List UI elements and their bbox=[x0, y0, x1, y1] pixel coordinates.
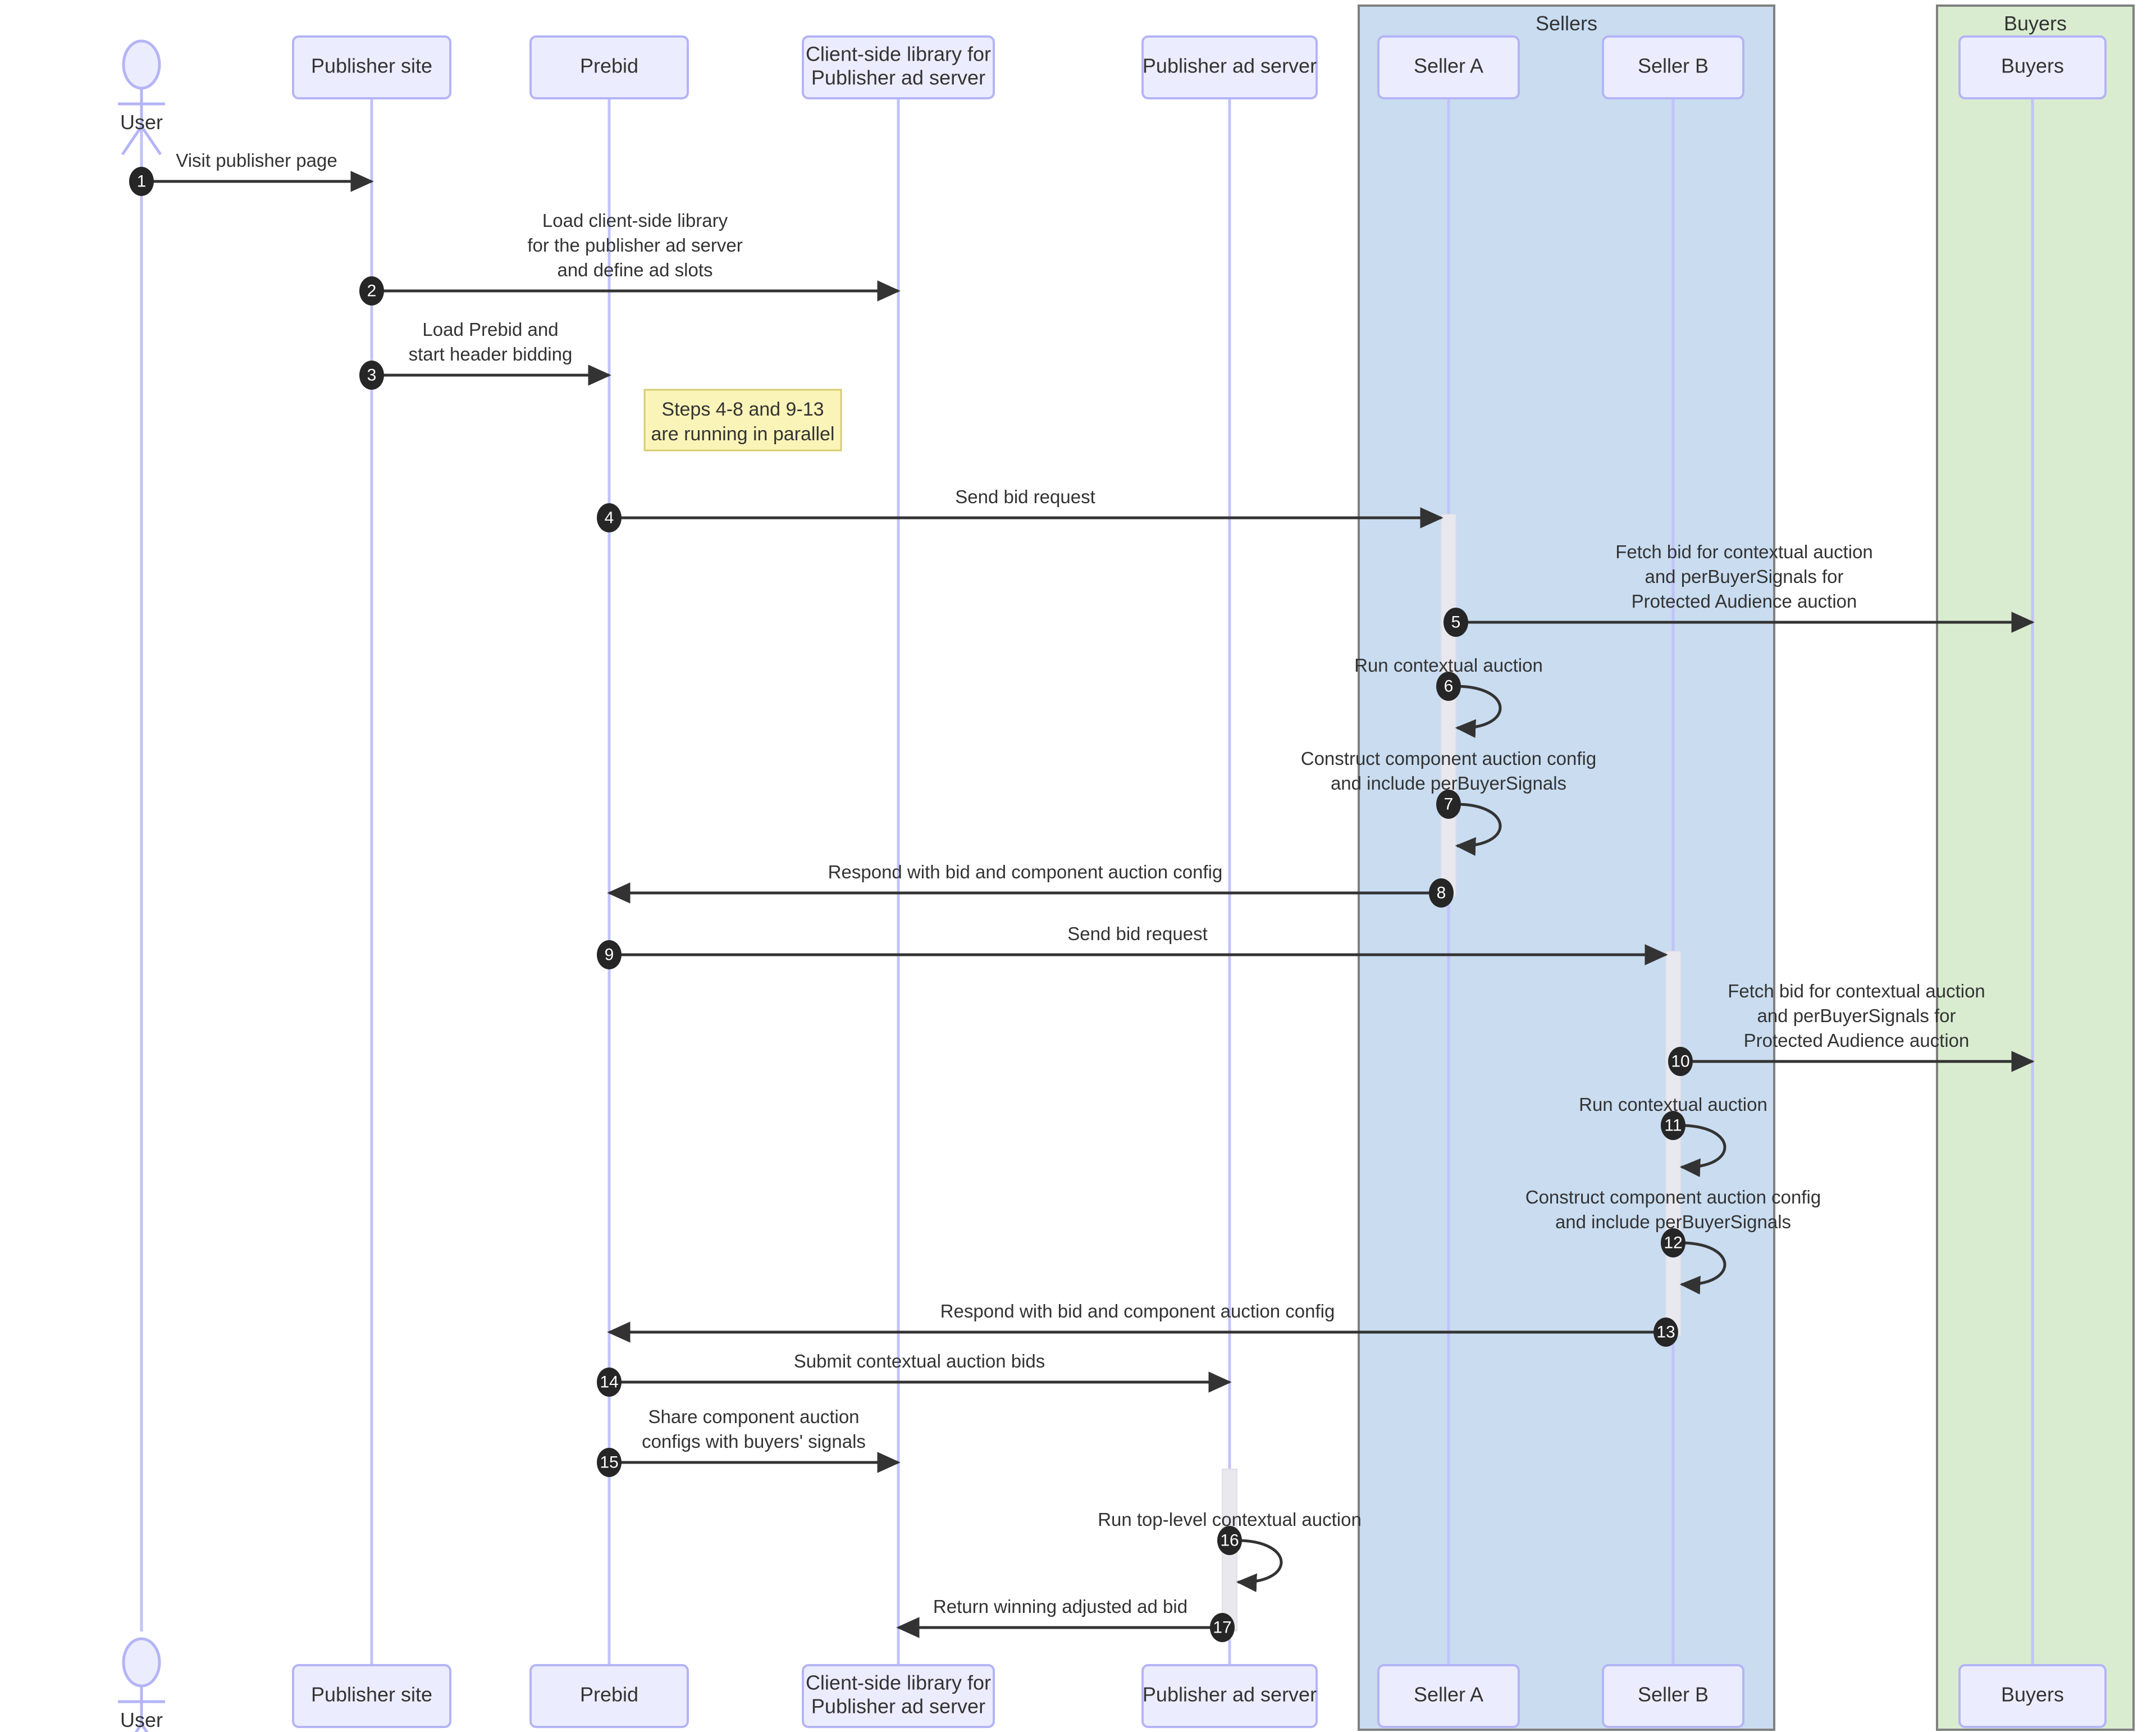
activation-bar-sellerB bbox=[1665, 951, 1681, 1336]
sequence-number-text-3: 3 bbox=[367, 366, 377, 385]
participant-label-pubsite: Publisher site bbox=[311, 54, 432, 78]
participant-sellerA-bottom[interactable]: Seller A bbox=[1377, 1664, 1520, 1728]
sequence-number-text-7: 7 bbox=[1444, 795, 1454, 814]
participant-label-sellerB: Seller B bbox=[1638, 1683, 1709, 1706]
participant-pubsite-top[interactable]: Publisher site bbox=[292, 35, 451, 99]
sequence-number-text-17: 17 bbox=[1213, 1619, 1231, 1637]
participant-pubsite-bottom[interactable]: Publisher site bbox=[292, 1664, 451, 1728]
actor-label-user: User bbox=[120, 111, 163, 134]
sequence-number-text-10: 10 bbox=[1671, 1052, 1689, 1071]
group-box-buyers bbox=[1936, 4, 2135, 1731]
actor-label-user: User bbox=[120, 1708, 163, 1731]
participant-adsrv-bottom[interactable]: Publisher ad server bbox=[1141, 1664, 1318, 1728]
message-15: configs with buyers' signals Share compon… bbox=[597, 1406, 901, 1477]
message-8: Respond with bid and component auction c… bbox=[607, 862, 1454, 908]
participant-sellerB-bottom[interactable]: Seller B bbox=[1602, 1664, 1744, 1728]
message-label-4: Send bid request bbox=[955, 486, 1095, 507]
sequence-number-text-14: 14 bbox=[600, 1373, 618, 1392]
message-label-2: for the publisher ad server bbox=[527, 235, 742, 256]
activation-bar-sellerA bbox=[1441, 514, 1456, 897]
actor-user-bottom: User bbox=[118, 1637, 165, 1732]
participant-label-buyers: Buyers bbox=[2001, 1683, 2064, 1706]
sequence-number-text-11: 11 bbox=[1664, 1116, 1682, 1135]
message-2: and define ad slots for the publisher ad … bbox=[359, 210, 901, 306]
sequence-diagram-svg: Sellers Buyers User User Publisher site Publ… bbox=[118, 4, 2135, 1732]
participant-label-sellerB: Seller B bbox=[1638, 54, 1709, 78]
message-label-5: Fetch bid for contextual auction bbox=[1615, 541, 1873, 562]
participant-label-sellerA: Seller A bbox=[1414, 54, 1483, 78]
sequence-number-text-16: 16 bbox=[1220, 1532, 1239, 1550]
message-label-9: Send bid request bbox=[1067, 923, 1208, 944]
participant-cslib-bottom[interactable]: Client-side library forPublisher ad serv… bbox=[802, 1664, 995, 1728]
message-label-10: Fetch bid for contextual auction bbox=[1728, 981, 1985, 1001]
participant-prebid-top[interactable]: Prebid bbox=[529, 35, 689, 99]
message-label-5: and perBuyerSignals for bbox=[1645, 566, 1843, 587]
sequence-number-text-5: 5 bbox=[1451, 613, 1461, 632]
sequence-diagram-canvas: Sellers Buyers User User Publisher site Publ… bbox=[0, 0, 2156, 1732]
group-label-sellers: Sellers bbox=[1536, 12, 1597, 35]
message-label-3: start header bidding bbox=[409, 344, 573, 364]
sequence-number-text-15: 15 bbox=[600, 1453, 618, 1472]
group-label-buyers: Buyers bbox=[2004, 12, 2067, 35]
sequence-number-text-2: 2 bbox=[367, 282, 377, 300]
message-label-15: Share component auction bbox=[648, 1406, 859, 1427]
participant-buyers-bottom[interactable]: Buyers bbox=[1958, 1664, 2107, 1728]
sequence-number-text-6: 6 bbox=[1444, 677, 1454, 696]
sequence-number-text-4: 4 bbox=[605, 509, 614, 527]
group-box-sellers bbox=[1358, 4, 1775, 1731]
sequence-number-text-1: 1 bbox=[137, 172, 147, 191]
participant-label-cslib: Publisher ad server bbox=[811, 66, 985, 89]
actor-head-icon bbox=[122, 1637, 161, 1688]
message-1: Visit publisher page 1 bbox=[129, 150, 374, 196]
message-label-2: Load client-side library bbox=[542, 210, 728, 231]
sequence-number-text-8: 8 bbox=[1437, 884, 1446, 903]
message-label-10: and perBuyerSignals for bbox=[1757, 1005, 1956, 1026]
actor-head-icon bbox=[122, 39, 161, 90]
group-boxes-layer: Sellers Buyers bbox=[1358, 4, 2135, 1731]
message-label-15: configs with buyers' signals bbox=[642, 1431, 866, 1452]
message-label-10: Protected Audience auction bbox=[1744, 1030, 1970, 1051]
message-4: Send bid request 4 bbox=[597, 486, 1444, 532]
sequence-number-text-13: 13 bbox=[1656, 1323, 1675, 1342]
note-line-1: Steps 4-8 and 9-13 bbox=[661, 399, 824, 420]
participant-sellerB-top[interactable]: Seller B bbox=[1602, 35, 1744, 99]
message-label-17: Return winning adjusted ad bid bbox=[933, 1596, 1187, 1617]
participant-label-prebid: Prebid bbox=[580, 54, 638, 78]
message-label-2: and define ad slots bbox=[557, 259, 712, 280]
participant-label-adsrv: Publisher ad server bbox=[1143, 54, 1317, 78]
participant-label-buyers: Buyers bbox=[2001, 54, 2064, 78]
note-layer: Steps 4-8 and 9-13 are running in paralle… bbox=[643, 389, 842, 452]
message-label-3: Load Prebid and bbox=[422, 319, 558, 340]
message-label-5: Protected Audience auction bbox=[1632, 591, 1857, 612]
message-arrow-16 bbox=[1236, 1539, 1283, 1592]
participant-cslib-top[interactable]: Client-side library forPublisher ad serv… bbox=[802, 35, 995, 99]
participant-adsrv-top[interactable]: Publisher ad server bbox=[1141, 35, 1318, 99]
participant-label-adsrv: Publisher ad server bbox=[1143, 1683, 1317, 1706]
message-label-8: Respond with bid and component auction c… bbox=[828, 862, 1223, 882]
sequence-number-text-9: 9 bbox=[605, 946, 614, 964]
participant-sellerA-top[interactable]: Seller A bbox=[1377, 35, 1520, 99]
message-label-14: Submit contextual auction bids bbox=[794, 1351, 1045, 1371]
message-14: Submit contextual auction bids 14 bbox=[597, 1351, 1232, 1397]
participant-label-cslib: Client-side library for bbox=[806, 43, 991, 66]
message-label-12: Construct component auction config bbox=[1525, 1187, 1821, 1207]
sequence-number-text-12: 12 bbox=[1664, 1234, 1682, 1252]
participant-label-pubsite: Publisher site bbox=[311, 1683, 432, 1706]
message-label-1: Visit publisher page bbox=[176, 150, 337, 171]
participant-label-cslib: Client-side library for bbox=[806, 1671, 991, 1694]
note-line-2: are running in parallel bbox=[651, 423, 835, 445]
participant-label-cslib: Publisher ad server bbox=[811, 1695, 985, 1718]
message-17: Return winning adjusted ad bid 17 bbox=[896, 1596, 1235, 1642]
participant-label-prebid: Prebid bbox=[580, 1683, 638, 1706]
message-label-7: Construct component auction config bbox=[1301, 748, 1596, 769]
participant-prebid-bottom[interactable]: Prebid bbox=[529, 1664, 689, 1728]
participant-label-sellerA: Seller A bbox=[1414, 1683, 1483, 1706]
message-label-13: Respond with bid and component auction c… bbox=[940, 1301, 1335, 1321]
message-3: start header bidding Load Prebid and 3 bbox=[359, 319, 611, 390]
participant-buyers-top[interactable]: Buyers bbox=[1958, 35, 2107, 99]
